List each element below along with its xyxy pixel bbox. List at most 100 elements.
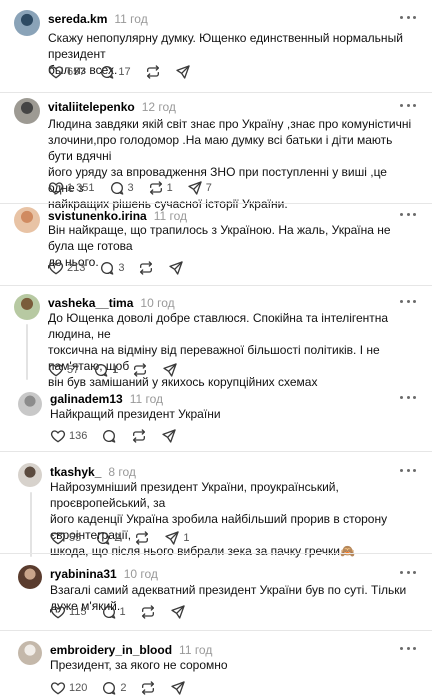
comment-text: Президент, за якого не соромно [50,658,228,672]
username-link[interactable]: ryabinina31 [50,567,117,581]
repost-button[interactable] [131,428,147,444]
like-button[interactable]: 120 [50,680,87,696]
reply-button[interactable]: 1 [101,604,126,620]
likes-count: 657 [67,66,86,78]
share-button[interactable]: 1 [164,530,190,546]
avatar[interactable] [18,392,42,416]
share-button[interactable] [161,428,177,444]
avatar[interactable] [14,98,40,124]
comment-text: Найрозумніший президент України, проукра… [50,480,388,558]
comment-icon [110,182,123,195]
replies-count: 2 [120,682,127,694]
reply-button[interactable]: 2 [95,530,120,546]
comment-header: ryabinina31 10 год [50,565,158,581]
comment-text: До Ющенка доволі добре ставлюся. Спокійн… [48,311,389,389]
share-icon [165,531,180,545]
reply-button[interactable]: 3 [109,180,134,196]
more-options-icon[interactable] [400,296,416,306]
comment-header: galinadem13 11 год [50,390,163,406]
heart-icon [48,66,64,79]
more-options-icon[interactable] [400,392,416,402]
heart-icon [50,532,66,545]
timestamp: 12 год [141,100,176,114]
more-options-icon[interactable] [400,567,416,577]
share-icon [163,363,178,377]
replies-count: 17 [118,66,131,78]
repost-button[interactable] [138,260,154,276]
likes-count: 136 [69,430,88,442]
comment-text: Найкращий президент України [50,407,221,421]
repost-button[interactable] [145,64,161,80]
comment-header: tkashyk_ 8 год [50,463,136,479]
like-button[interactable]: 115 [50,604,87,620]
thread-line [26,324,28,380]
comment-header: svistunenko.irina 11 год [48,207,187,223]
likes-count: 115 [69,606,87,618]
like-button[interactable]: 1 351 [48,180,95,196]
share-button[interactable] [170,604,186,620]
more-options-icon[interactable] [400,12,416,22]
username-link[interactable]: tkashyk_ [50,465,101,479]
username-link[interactable]: vitaliitelepenko [48,100,135,114]
repost-button[interactable] [134,530,150,546]
more-options-icon[interactable] [400,100,416,110]
like-button[interactable]: 57 [48,362,79,378]
reply-button[interactable]: 3 [99,260,124,276]
share-button[interactable] [162,362,178,378]
more-options-icon[interactable] [400,209,416,219]
repost-button[interactable] [140,680,156,696]
divider [0,285,432,286]
share-button[interactable] [168,260,184,276]
comment-actions: 55 2 1 [50,530,204,546]
comment-icon [103,682,116,695]
replies-count: 3 [118,262,125,274]
reply-button[interactable]: 2 [101,680,126,696]
repost-button[interactable]: 1 [148,180,173,196]
share-button[interactable] [175,64,191,80]
timestamp: 10 год [123,567,158,581]
more-options-icon[interactable] [400,465,416,475]
username-link[interactable]: svistunenko.irina [48,209,147,223]
comment-actions: 115 1 [50,604,200,620]
likes-count: 213 [67,262,86,274]
shares-count: 7 [205,182,212,194]
reply-button[interactable]: 1 [93,362,118,378]
avatar[interactable] [18,565,42,589]
avatar[interactable] [14,10,40,36]
thread-line [30,492,32,557]
replies-count: 3 [127,182,134,194]
repost-button[interactable] [140,604,156,620]
username-link[interactable]: embroidery_in_blood [50,643,172,657]
timestamp: 11 год [153,209,188,223]
avatar[interactable] [18,463,42,487]
like-button[interactable]: 657 [48,64,85,80]
avatar[interactable] [18,641,42,665]
repost-icon [134,363,147,377]
heart-icon [48,262,64,275]
username-link[interactable]: sereda.km [48,12,107,26]
avatar[interactable] [14,207,40,233]
share-button[interactable] [170,680,186,696]
comment-icon [101,262,114,275]
like-button[interactable]: 213 [48,260,85,276]
reposts-count: 1 [166,182,173,194]
repost-icon [141,605,154,619]
username-link[interactable]: vasheka__tima [48,296,133,310]
repost-icon [140,261,153,275]
comment-actions: 136 [50,428,191,444]
username-link[interactable]: galinadem13 [50,392,123,406]
share-button[interactable]: 7 [187,180,212,196]
timestamp: 11 год [114,12,148,26]
comment-actions: 57 1 [48,362,192,378]
like-button[interactable]: 55 [50,530,81,546]
avatar[interactable] [14,294,40,320]
more-options-icon[interactable] [400,643,416,653]
comment-actions: 657 17 [48,64,205,80]
divider [0,451,432,452]
reply-button[interactable]: 17 [99,64,131,80]
comment-actions: 213 3 [48,260,198,276]
like-button[interactable]: 136 [50,428,87,444]
share-icon [169,261,184,275]
reply-button[interactable] [101,428,117,444]
repost-button[interactable] [132,362,148,378]
